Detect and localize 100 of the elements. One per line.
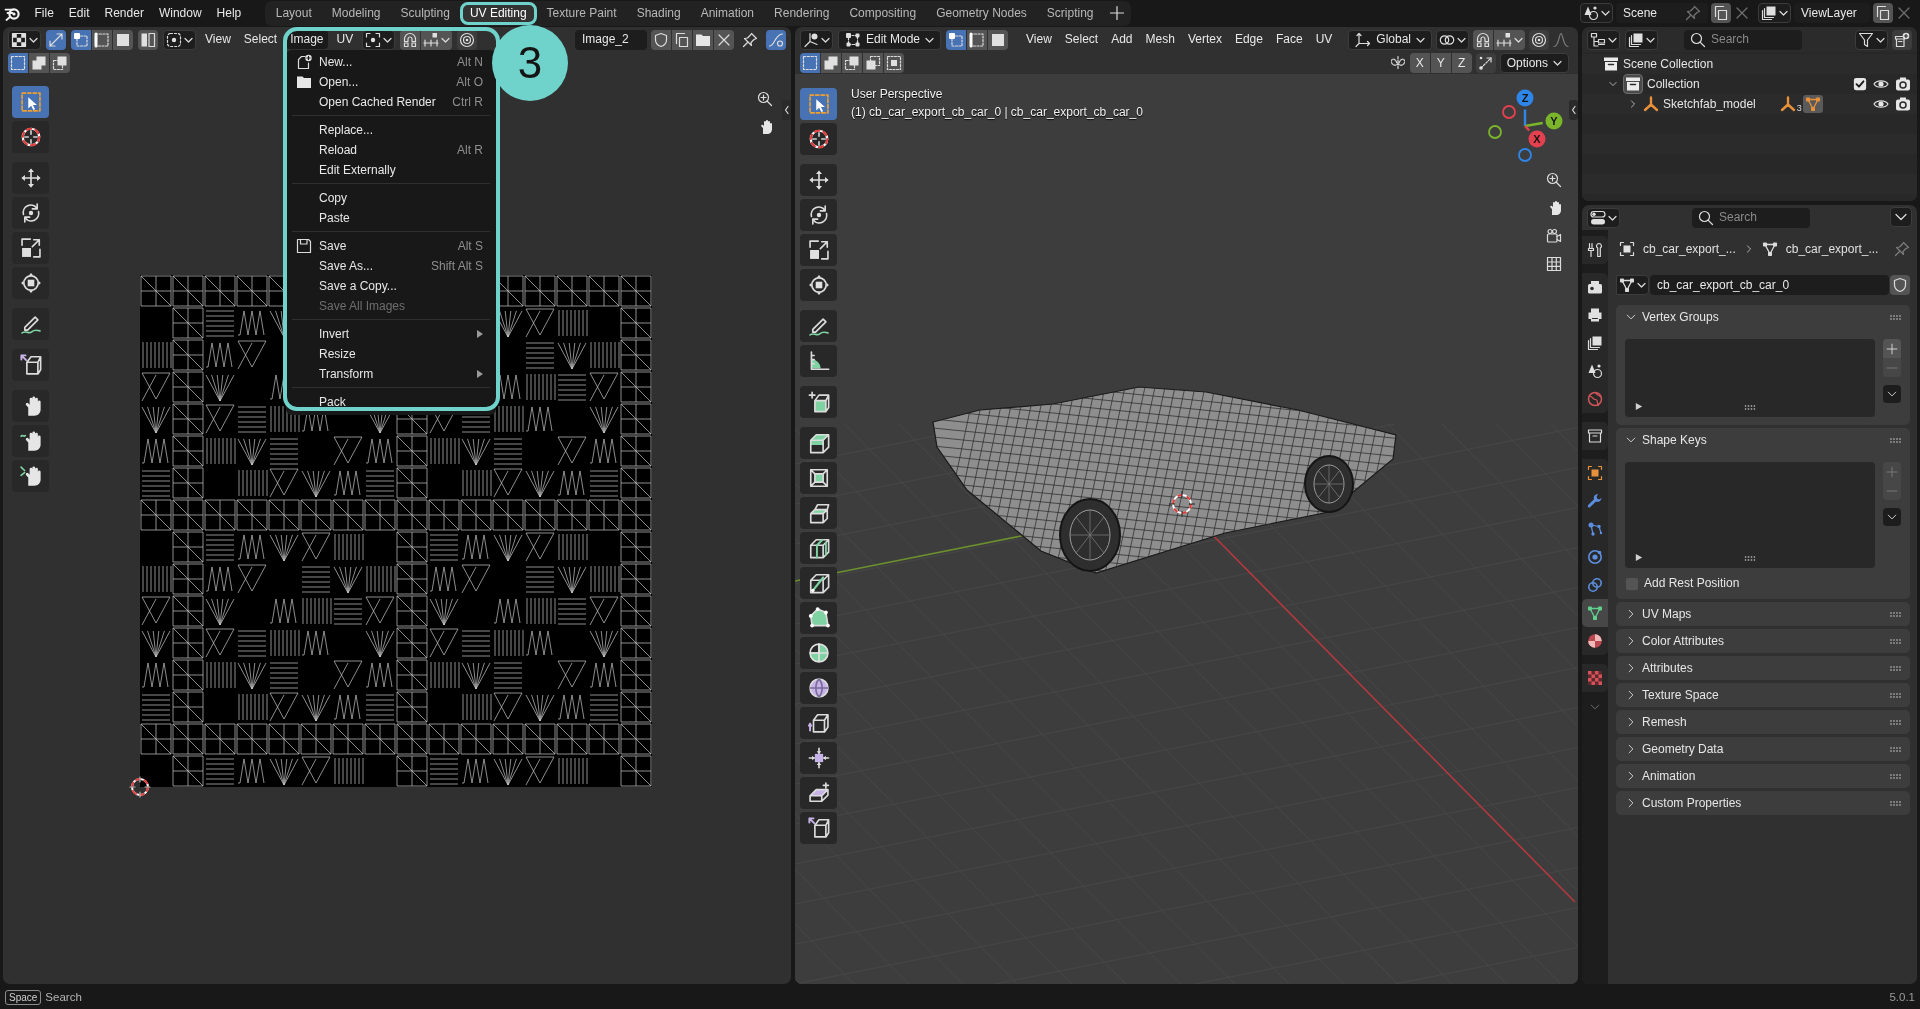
transform-icon[interactable] bbox=[807, 274, 830, 296]
panel-title[interactable]: Color Attributes bbox=[1642, 633, 1725, 649]
axes-ball-icon[interactable] bbox=[803, 31, 819, 48]
menu-item[interactable]: Render bbox=[97, 3, 152, 23]
workspace-tab[interactable]: Layout bbox=[265, 1, 322, 25]
snap-target-button[interactable] bbox=[1494, 29, 1525, 50]
menu-item[interactable]: Select bbox=[1060, 30, 1103, 49]
tree-item-label[interactable]: Collection bbox=[1647, 76, 1700, 92]
caret-icon[interactable] bbox=[29, 36, 38, 43]
menu-item[interactable]: Reload bbox=[319, 142, 358, 158]
select-type-button[interactable] bbox=[163, 29, 196, 50]
add-cube-icon[interactable] bbox=[807, 391, 830, 413]
plus-icon[interactable] bbox=[1108, 5, 1125, 21]
tool-button[interactable] bbox=[800, 707, 837, 739]
menu-item[interactable]: View bbox=[1022, 30, 1056, 49]
menu-item[interactable]: Resize bbox=[319, 346, 356, 362]
search-input[interactable]: Search bbox=[1711, 32, 1796, 47]
move-icon[interactable] bbox=[19, 167, 42, 189]
camera-icon[interactable] bbox=[1546, 228, 1562, 244]
image-name-field[interactable]: Image_2 bbox=[575, 29, 647, 50]
workspace-tab[interactable]: Texture Paint bbox=[536, 1, 627, 25]
pivot-button[interactable] bbox=[1436, 29, 1469, 50]
menu-item[interactable]: Edit Externally bbox=[319, 162, 396, 178]
close-icon[interactable] bbox=[1896, 5, 1912, 21]
pivot-button[interactable] bbox=[362, 29, 396, 50]
menu-item[interactable]: Save bbox=[319, 238, 347, 254]
tool-button[interactable] bbox=[12, 121, 49, 153]
tool-button[interactable] bbox=[12, 460, 49, 492]
tool-button[interactable] bbox=[800, 462, 837, 494]
loop-cut-icon[interactable] bbox=[807, 537, 830, 559]
menu-item[interactable]: Vertex bbox=[1183, 30, 1226, 49]
workspace-tab[interactable]: Compositing bbox=[839, 1, 927, 25]
axis-toggle[interactable]: Y bbox=[1430, 53, 1451, 73]
logo-icon[interactable] bbox=[4, 5, 20, 21]
workspace-tab[interactable]: Shading bbox=[626, 1, 691, 25]
tool-button[interactable] bbox=[12, 197, 49, 229]
menu-item[interactable]: UV bbox=[332, 30, 358, 49]
workspace-tab[interactable]: Sculpting bbox=[390, 1, 460, 25]
submenu-arrow-icon[interactable] bbox=[477, 370, 483, 378]
tools-icon[interactable] bbox=[1587, 242, 1603, 258]
panel-title[interactable]: Texture Space bbox=[1642, 687, 1719, 703]
workspace-tab[interactable]: Rendering bbox=[764, 1, 840, 25]
menu-item[interactable]: Mesh bbox=[1141, 30, 1179, 49]
tool-button[interactable] bbox=[800, 164, 837, 196]
tool-button[interactable] bbox=[800, 234, 837, 266]
editor-type-button[interactable] bbox=[8, 29, 41, 50]
caret-icon[interactable] bbox=[441, 36, 451, 43]
tool-button[interactable] bbox=[800, 532, 837, 564]
axes-icon[interactable] bbox=[1355, 31, 1372, 48]
shear-icon[interactable] bbox=[807, 782, 830, 804]
scale-icon[interactable] bbox=[19, 237, 42, 259]
workspace-tab[interactable]: Scripting bbox=[1036, 1, 1104, 25]
tool-button[interactable] bbox=[800, 386, 837, 418]
menu-item[interactable]: Add bbox=[1107, 30, 1137, 49]
submenu-arrow-icon[interactable] bbox=[477, 330, 483, 338]
grip-icon[interactable] bbox=[1744, 405, 1756, 410]
tool-button[interactable] bbox=[800, 310, 837, 342]
tool-button[interactable] bbox=[800, 123, 837, 155]
mesh-data-menu-button[interactable] bbox=[1616, 275, 1649, 295]
menu-item[interactable]: UV bbox=[1311, 30, 1337, 49]
menu-item[interactable]: Edge bbox=[1230, 30, 1267, 49]
tool-button[interactable] bbox=[12, 162, 49, 194]
panel-title[interactable]: Vertex Groups bbox=[1642, 309, 1719, 325]
menu-item[interactable]: Replace... bbox=[319, 122, 374, 138]
filter-icon[interactable] bbox=[1858, 31, 1874, 48]
menu-item[interactable]: Edit bbox=[61, 3, 98, 23]
folder-icon[interactable] bbox=[296, 74, 312, 90]
search-field[interactable]: Search bbox=[1684, 29, 1802, 50]
zoom-icon[interactable] bbox=[757, 91, 773, 107]
material-icon[interactable] bbox=[1587, 633, 1603, 649]
poly-build-icon[interactable] bbox=[807, 607, 830, 629]
scene-menu-button[interactable] bbox=[1580, 3, 1613, 23]
menu-item[interactable]: View bbox=[201, 30, 235, 49]
checkbox[interactable] bbox=[1625, 576, 1639, 591]
caret-icon[interactable] bbox=[1608, 36, 1617, 43]
close-icon[interactable] bbox=[1734, 5, 1750, 21]
layers-icon[interactable] bbox=[1587, 335, 1603, 351]
menu-item[interactable]: Open... bbox=[319, 74, 359, 90]
workspace-tab[interactable]: UV Editing bbox=[459, 1, 537, 25]
tool-button[interactable] bbox=[12, 308, 49, 340]
workspace-tab[interactable]: Modeling bbox=[321, 1, 391, 25]
caret-icon[interactable] bbox=[1416, 36, 1425, 43]
tool-button[interactable] bbox=[800, 345, 837, 377]
layers-icon[interactable] bbox=[1628, 31, 1644, 48]
axis-handle[interactable] bbox=[1545, 112, 1563, 130]
panel-title[interactable]: Geometry Data bbox=[1642, 741, 1724, 757]
move-icon[interactable] bbox=[807, 169, 830, 191]
mirror-icon[interactable] bbox=[1389, 55, 1406, 71]
pinch-icon[interactable] bbox=[19, 465, 42, 487]
grid-icon[interactable] bbox=[1546, 256, 1562, 272]
globe-icon[interactable] bbox=[1587, 391, 1603, 407]
caret-icon[interactable] bbox=[1637, 282, 1646, 288]
menu-item[interactable]: File bbox=[27, 3, 62, 23]
caret-icon[interactable] bbox=[1646, 36, 1655, 43]
toggle-switches-icon[interactable] bbox=[1590, 209, 1606, 226]
orientation-dropdown[interactable]: Global bbox=[1348, 29, 1432, 50]
play-triangle-icon[interactable] bbox=[1635, 402, 1643, 411]
menu-item[interactable]: Window bbox=[151, 3, 210, 23]
checker-icon[interactable] bbox=[11, 31, 27, 48]
view-layer-button[interactable] bbox=[1625, 29, 1658, 50]
